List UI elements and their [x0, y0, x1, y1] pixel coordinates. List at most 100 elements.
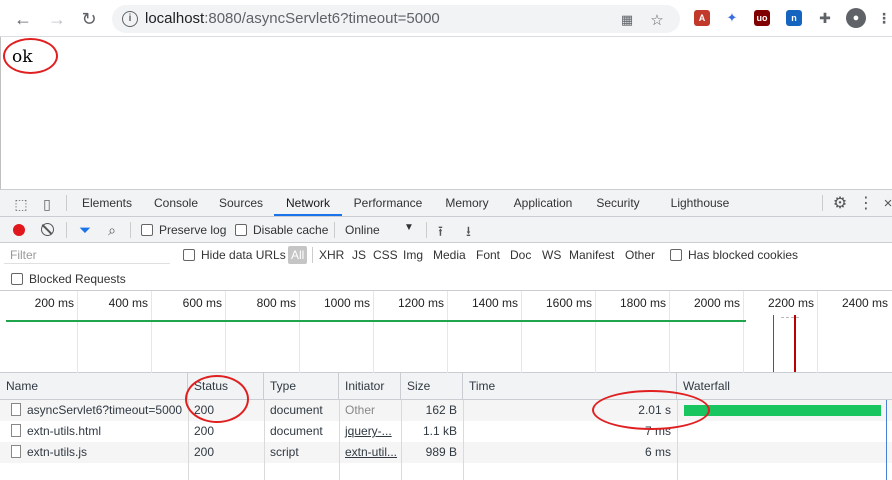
request-type: document [270, 403, 323, 417]
toolbar-separator [130, 222, 131, 238]
request-size: 1.1 kB [422, 424, 457, 438]
qr-code-icon[interactable]: ▦ [619, 12, 635, 28]
request-name: extn-utils.js [27, 445, 88, 459]
overview-tick-label: 1600 ms [545, 296, 592, 310]
table-row[interactable]: extn-utils.js 200 script extn-util... 98… [0, 442, 892, 463]
tab-elements[interactable]: Elements [76, 190, 138, 216]
toolbar-separator [334, 222, 335, 238]
overview-tick-label: 2000 ms [693, 296, 740, 310]
overview-tick-label: 2200 ms [767, 296, 814, 310]
ublock-extension-icon[interactable]: uo [754, 10, 770, 26]
column-header-initiator[interactable]: Initiator [339, 373, 401, 400]
import-har-icon[interactable]: ⭱ [438, 221, 443, 245]
tab-sources[interactable]: Sources [212, 190, 270, 216]
device-toolbar-icon[interactable]: ▯ [36, 193, 58, 215]
menu-icon[interactable]: ⋮ [876, 10, 892, 26]
disable-cache-checkbox[interactable] [235, 224, 247, 236]
bookmark-star-icon[interactable]: ☆ [649, 12, 665, 29]
overview-gridline [77, 291, 78, 373]
export-har-icon[interactable]: ⭳ [466, 221, 471, 245]
more-options-icon[interactable]: ⋮ [855, 192, 877, 214]
filter-funnel-icon[interactable]: ⏷ [74, 219, 96, 241]
request-initiator-link[interactable]: extn-util... [339, 442, 401, 463]
annotation-circle-time [592, 390, 710, 430]
devtools-tab-bar: ⬚ ▯ Elements Console Sources Network Per… [0, 190, 892, 217]
column-header-size[interactable]: Size [401, 373, 463, 400]
settings-gear-icon[interactable]: ⚙ [829, 192, 851, 214]
filter-bar: Filter Hide data URLs All XHR JS CSS Img… [0, 243, 892, 267]
type-filter-media[interactable]: Media [433, 247, 466, 263]
type-filter-css[interactable]: CSS [373, 247, 398, 263]
blocked-requests-checkbox[interactable] [11, 273, 23, 285]
script-file-icon [11, 445, 21, 458]
preserve-log-checkbox[interactable] [141, 224, 153, 236]
record-icon[interactable] [13, 224, 25, 236]
devtools-panel: ⬚ ▯ Elements Console Sources Network Per… [0, 189, 892, 480]
filter-separator [312, 247, 313, 263]
overview-gridline [225, 291, 226, 373]
overview-tick-label: 2400 ms [841, 296, 888, 310]
overview-gridline [447, 291, 448, 373]
tab-extension-icon[interactable]: n [786, 10, 802, 26]
extensions-puzzle-icon[interactable]: ✚ [817, 10, 833, 26]
type-filter-font[interactable]: Font [476, 247, 500, 263]
tab-application[interactable]: Application [506, 190, 580, 216]
type-filter-ws[interactable]: WS [542, 247, 561, 263]
waterfall-bar [684, 405, 881, 416]
table-row[interactable]: extn-utils.html 200 document jquery-... … [0, 421, 892, 442]
hide-data-urls-checkbox[interactable] [183, 249, 195, 261]
tab-performance[interactable]: Performance [348, 190, 428, 216]
request-type: script [270, 445, 299, 459]
bird-extension-icon[interactable]: ✦ [724, 10, 740, 26]
clear-icon[interactable] [41, 223, 54, 236]
load-event-line [794, 315, 796, 372]
column-header-type[interactable]: Type [264, 373, 339, 400]
filter-input[interactable]: Filter [4, 246, 170, 264]
pdf-extension-icon[interactable]: A [694, 10, 710, 26]
blocked-requests-bar: Blocked Requests [0, 267, 892, 291]
toolbar-separator [66, 222, 67, 238]
tab-lighthouse[interactable]: Lighthouse [664, 190, 736, 216]
close-devtools-icon[interactable]: × [877, 192, 892, 214]
type-filter-img[interactable]: Img [403, 247, 423, 263]
browser-toolbar: ← → ↻ i localhost:8080/asyncServlet6?tim… [0, 0, 892, 37]
overview-gridline [373, 291, 374, 373]
tab-memory[interactable]: Memory [438, 190, 496, 216]
type-filter-manifest[interactable]: Manifest [569, 247, 614, 263]
overview-gridline [743, 291, 744, 373]
type-filter-xhr[interactable]: XHR [319, 247, 344, 263]
search-icon[interactable]: ⌕ [101, 219, 123, 241]
column-header-waterfall[interactable]: Waterfall [677, 373, 892, 400]
address-bar[interactable]: i localhost:8080/asyncServlet6?timeout=5… [112, 5, 680, 33]
forward-icon[interactable]: → [46, 8, 68, 30]
table-row[interactable]: asyncServlet6?timeout=5000 200 document … [0, 400, 892, 421]
tab-network[interactable]: Network [274, 190, 342, 216]
requests-table: Name Status Type Initiator Size Time Wat… [0, 373, 892, 480]
type-filter-all[interactable]: All [288, 246, 308, 264]
overview-gridline [151, 291, 152, 373]
reload-icon[interactable]: ↻ [78, 8, 100, 30]
request-name: extn-utils.html [27, 424, 102, 438]
account-icon[interactable]: ● [846, 8, 866, 28]
network-overview-timeline[interactable]: 200 ms 400 ms 600 ms 800 ms 1000 ms 1200… [0, 291, 892, 373]
tab-security[interactable]: Security [590, 190, 646, 216]
overview-tick-label: 1200 ms [397, 296, 444, 310]
request-initiator-link[interactable]: jquery-... [339, 421, 401, 442]
type-filter-other[interactable]: Other [625, 247, 655, 263]
inspect-element-icon[interactable]: ⬚ [10, 193, 32, 215]
type-filter-doc[interactable]: Doc [510, 247, 531, 263]
annotation-circle-ok [3, 38, 58, 74]
url-text[interactable]: localhost:8080/asyncServlet6?timeout=500… [145, 10, 440, 27]
column-header-name[interactable]: Name [0, 373, 188, 400]
has-blocked-cookies-label: Has blocked cookies [688, 248, 799, 262]
site-info-icon[interactable]: i [122, 11, 138, 27]
has-blocked-cookies-checkbox[interactable] [670, 249, 682, 261]
back-icon[interactable]: ← [12, 8, 34, 30]
overview-tick-label: 1400 ms [471, 296, 518, 310]
chevron-down-icon[interactable]: ▼ [404, 222, 414, 233]
type-filter-js[interactable]: JS [352, 247, 366, 263]
request-time: 6 ms [644, 445, 671, 459]
throttling-select[interactable]: Online [345, 223, 380, 237]
overview-gridline [299, 291, 300, 373]
tab-console[interactable]: Console [146, 190, 206, 216]
